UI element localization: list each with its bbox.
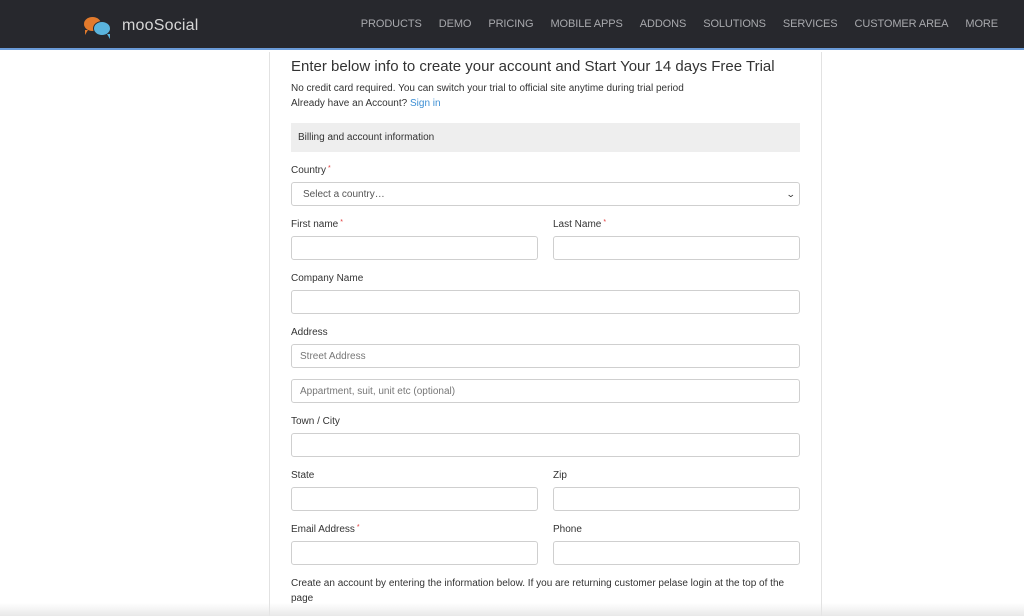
required-marker: * (328, 165, 331, 172)
first-name-input[interactable] (291, 236, 538, 260)
nav-services[interactable]: SERVICES (783, 18, 838, 30)
company-input[interactable] (291, 290, 800, 314)
main-nav: PRODUCTS DEMO PRICING MOBILE APPS ADDONS… (344, 18, 998, 30)
email-label: Email Address * (291, 524, 360, 535)
nav-products[interactable]: PRODUCTS (361, 18, 422, 30)
sign-in-prompt-text: Already have an Account? (291, 98, 408, 109)
first-name-label-text: First name (291, 219, 339, 230)
sign-in-prompt: Already have an Account? Sign in (291, 98, 441, 109)
section-header: Billing and account information (291, 123, 800, 152)
country-label-text: Country (291, 165, 327, 176)
country-select-value: Select a country… (303, 188, 385, 200)
required-marker: * (356, 524, 360, 531)
country-label: Country * (291, 165, 331, 176)
phone-label: Phone (553, 524, 582, 535)
street-address-input[interactable] (291, 344, 800, 368)
state-label: State (291, 470, 315, 481)
nav-mobile-apps[interactable]: MOBILE APPS (550, 18, 622, 30)
nav-pricing[interactable]: PRICING (488, 18, 533, 30)
last-name-input[interactable] (553, 236, 800, 260)
email-label-text: Email Address (291, 524, 355, 535)
sign-in-link[interactable]: Sign in (410, 98, 441, 109)
nav-solutions[interactable]: SOLUTIONS (703, 18, 766, 30)
nav-addons[interactable]: ADDONS (640, 18, 687, 30)
apartment-input[interactable] (291, 379, 800, 403)
country-select[interactable]: Select a country… ⌄ (291, 182, 800, 206)
account-note: Create an account by entering the inform… (291, 578, 785, 604)
city-label: Town / City (291, 416, 340, 427)
brand-logo[interactable]: mooSocial (84, 14, 199, 39)
first-name-label: First name * (291, 219, 343, 230)
company-label: Company Name (291, 273, 364, 284)
logo-bubble-blue (93, 21, 111, 39)
chevron-down-icon: ⌄ (786, 188, 797, 199)
last-name-label-text: Last Name (553, 219, 602, 230)
email-input[interactable] (291, 541, 538, 565)
brand-name: mooSocial (122, 17, 199, 34)
chat-bubbles-logo-icon (84, 14, 112, 39)
nav-customer-area[interactable]: CUSTOMER AREA (855, 18, 949, 30)
top-navbar: mooSocial PRODUCTS DEMO PRICING MOBILE A… (0, 0, 1024, 50)
phone-input[interactable] (553, 541, 800, 565)
address-label: Address (291, 327, 328, 338)
nav-more[interactable]: MORE (965, 18, 998, 30)
trial-info-text: No credit card required. You can switch … (291, 83, 684, 94)
required-marker: * (340, 219, 343, 226)
zip-label: Zip (553, 470, 567, 481)
city-input[interactable] (291, 433, 800, 457)
zip-input[interactable] (553, 487, 800, 511)
required-marker: * (603, 219, 607, 226)
last-name-label: Last Name * (553, 219, 606, 230)
page-title: Enter below info to create your account … (291, 58, 775, 75)
signup-panel: Enter below info to create your account … (269, 52, 822, 616)
nav-demo[interactable]: DEMO (439, 18, 472, 30)
state-input[interactable] (291, 487, 538, 511)
